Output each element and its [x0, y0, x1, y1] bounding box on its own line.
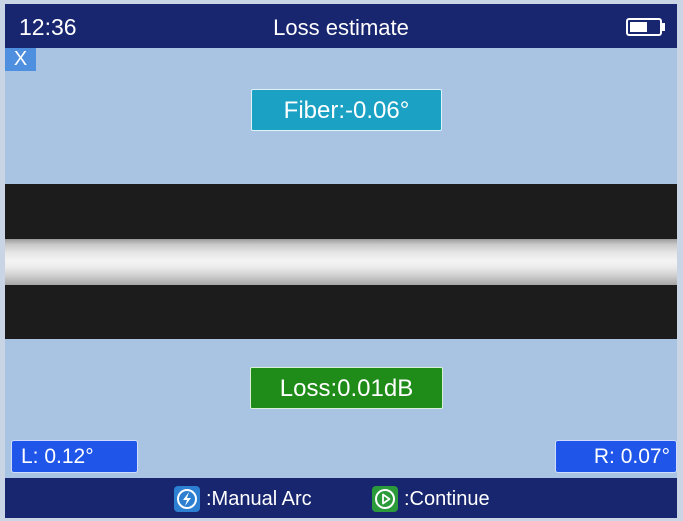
- close-button[interactable]: X: [5, 48, 36, 71]
- fiber-angle-badge: Fiber:-0.06°: [251, 89, 442, 131]
- play-circle-icon: [372, 486, 398, 512]
- page-title: Loss estimate: [273, 15, 409, 40]
- fiber-view: [5, 184, 677, 339]
- manual-arc-hint[interactable]: :Manual Arc: [174, 486, 312, 512]
- right-angle-badge: R: 0.07°: [555, 440, 677, 473]
- loss-badge: Loss:0.01dB: [250, 367, 443, 409]
- fiber-core: [5, 239, 677, 285]
- battery-icon: [626, 18, 666, 36]
- left-angle-badge: L: 0.12°: [11, 440, 138, 473]
- footer-hints: :Manual Arc :Continue: [5, 478, 677, 518]
- continue-label: :Continue: [404, 488, 490, 510]
- continue-hint[interactable]: :Continue: [372, 486, 490, 512]
- status-bar: 12:36 Loss estimate: [5, 4, 677, 48]
- lightning-icon: [174, 486, 200, 512]
- splicer-screen: 12:36 Loss estimate X Fiber:-0.06° Loss:…: [5, 4, 677, 518]
- manual-arc-label: :Manual Arc: [206, 488, 312, 510]
